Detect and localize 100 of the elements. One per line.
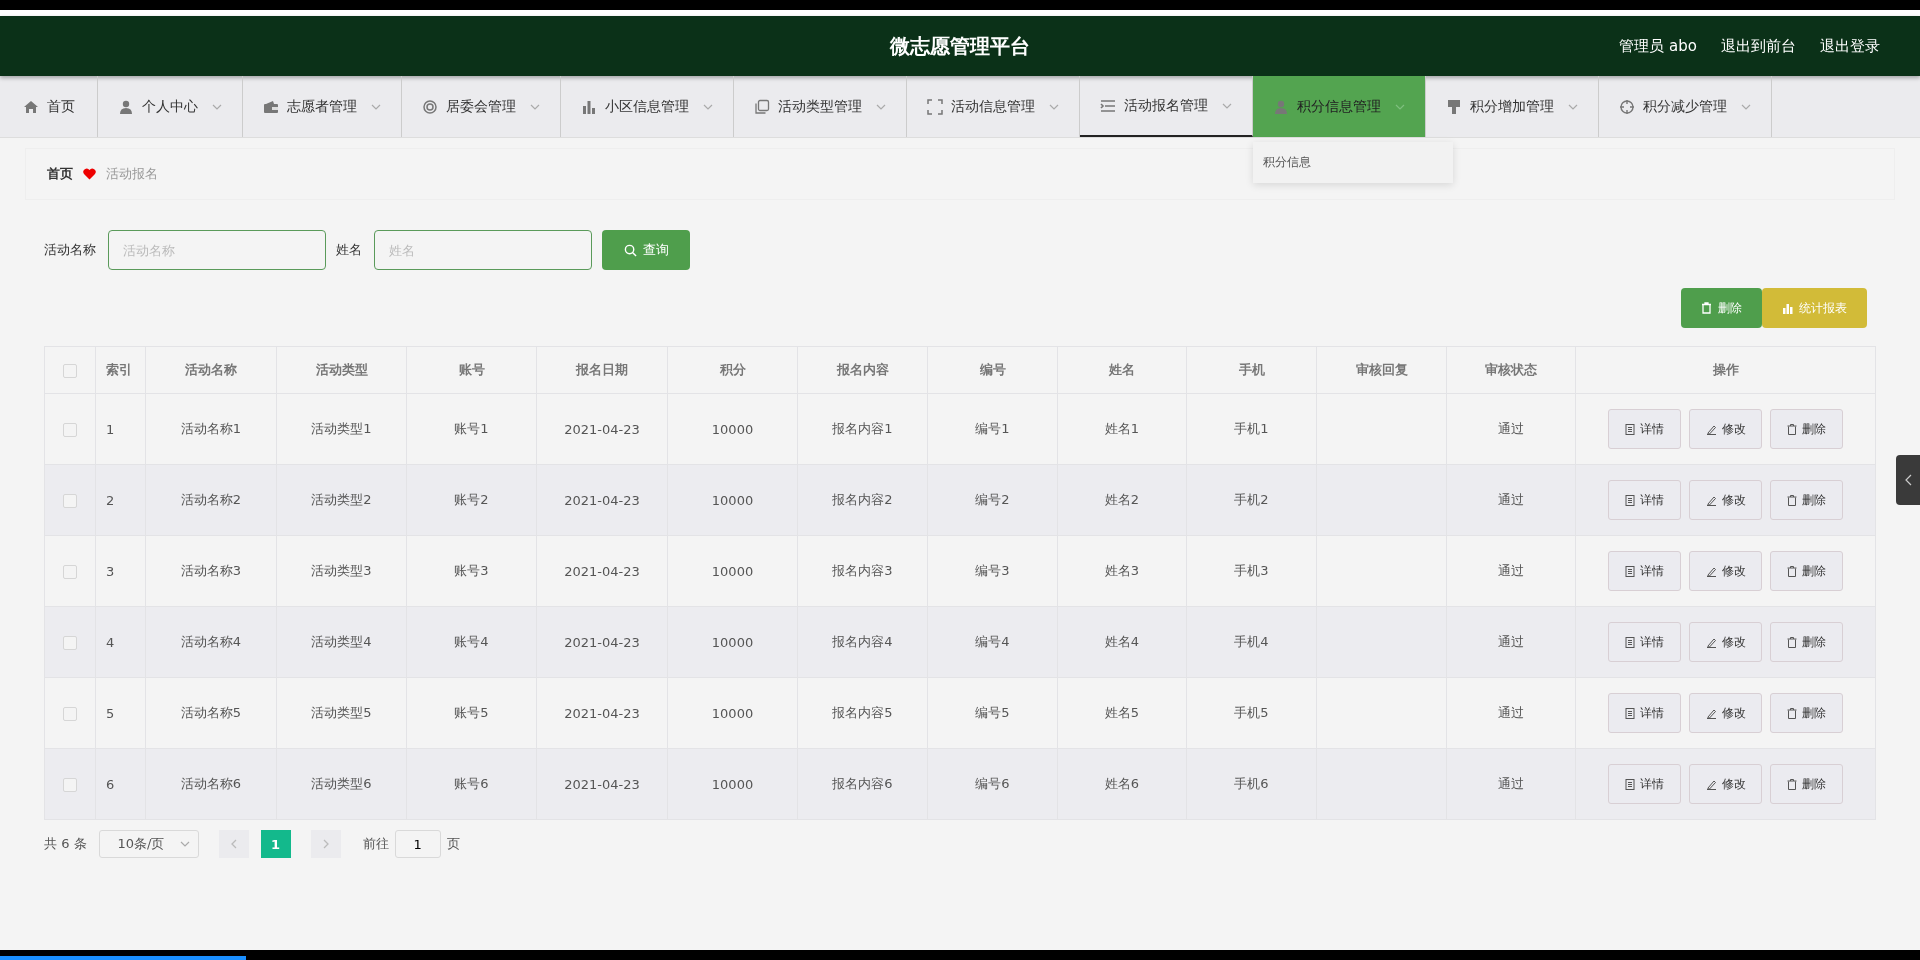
column-header: 积分	[667, 346, 798, 394]
user-icon	[1273, 98, 1289, 115]
table-cell: 10000	[711, 421, 754, 437]
breadcrumb-current: 活动报名	[106, 165, 158, 183]
page-size-select[interactable]: 10条/页	[98, 830, 199, 858]
document-icon	[1625, 707, 1635, 719]
table-cell: 活动名称5	[180, 705, 242, 720]
edit-button[interactable]: 修改	[1689, 693, 1762, 733]
caret-icon	[1741, 103, 1751, 110]
table-cell: 活动名称1	[180, 421, 242, 436]
edit-button[interactable]: 修改	[1689, 622, 1762, 662]
row-checkbox[interactable]	[63, 564, 77, 579]
column-header: 报名内容	[797, 346, 928, 394]
trash-icon	[1787, 423, 1797, 435]
column-header: 操作	[1575, 346, 1876, 394]
pencil-icon	[1705, 423, 1717, 435]
table-cell: 报名内容5	[832, 705, 893, 720]
nav-tab[interactable]: 首页	[0, 76, 98, 137]
list-icon	[1100, 97, 1116, 114]
edit-button[interactable]: 修改	[1689, 409, 1762, 449]
column-header: 活动类型	[276, 346, 407, 394]
header-link[interactable]: 退出登录	[1820, 36, 1880, 56]
previous-page-button[interactable]	[218, 830, 249, 858]
nav-tab[interactable]: 活动信息管理	[907, 76, 1080, 137]
table-cell: 通过	[1498, 563, 1524, 578]
row-checkbox[interactable]	[63, 635, 77, 650]
nav-tab[interactable]: 积分信息管理	[1253, 76, 1426, 137]
column-header: 活动名称	[145, 346, 277, 394]
document-icon	[1625, 778, 1635, 790]
nav-tab[interactable]: 志愿者管理	[243, 76, 402, 137]
detail-button[interactable]: 详情	[1608, 409, 1681, 449]
edit-button[interactable]: 修改	[1689, 764, 1762, 804]
table-cell: 编号3	[975, 563, 1010, 578]
field-label: 活动名称	[44, 241, 96, 259]
caret-icon	[1049, 103, 1059, 110]
next-page-button[interactable]	[310, 830, 341, 858]
edit-button[interactable]: 修改	[1689, 480, 1762, 520]
nav-tab[interactable]: 活动类型管理	[734, 76, 907, 137]
table-cell: 2021-04-23	[564, 776, 640, 792]
delete-button[interactable]: 删除	[1770, 409, 1843, 449]
user-icon	[118, 98, 134, 115]
table-cell: 账号2	[454, 492, 489, 507]
table-cell: 活动名称3	[180, 563, 242, 578]
edit-button[interactable]: 修改	[1689, 551, 1762, 591]
chevron-right-icon	[322, 839, 329, 849]
row-checkbox[interactable]	[63, 706, 77, 721]
breadcrumb-link[interactable]: 首页	[47, 165, 73, 183]
detail-button[interactable]: 详情	[1608, 764, 1681, 804]
table-cell: 编号2	[975, 492, 1010, 507]
detail-button[interactable]: 详情	[1608, 693, 1681, 733]
detail-button[interactable]: 详情	[1608, 622, 1681, 662]
nav-tab[interactable]: 个人中心	[98, 76, 243, 137]
delete-button[interactable]: 删除	[1770, 693, 1843, 733]
detail-button[interactable]: 详情	[1608, 480, 1681, 520]
nav-tab[interactable]: 居委会管理	[402, 76, 561, 137]
table-cell: 账号1	[454, 421, 489, 436]
table-cell: 编号5	[975, 705, 1010, 720]
table-cell: 报名内容6	[832, 776, 893, 791]
caret-icon	[179, 841, 190, 847]
menu-item[interactable]: 积分信息	[1253, 148, 1453, 177]
collapse-button[interactable]	[1896, 455, 1920, 505]
table-cell: 手机5	[1234, 705, 1269, 720]
brush-icon	[1446, 98, 1462, 115]
row-checkbox[interactable]	[63, 493, 77, 508]
trash-icon	[1787, 778, 1797, 790]
table-cell: 姓名6	[1104, 776, 1140, 791]
row-checkbox[interactable]	[63, 422, 77, 437]
delete-button[interactable]: 删除	[1770, 622, 1843, 662]
column-header: 报名日期	[536, 346, 668, 394]
table-cell: 报名内容1	[832, 421, 893, 436]
frame-icon	[927, 98, 943, 115]
document-icon	[1625, 494, 1635, 506]
select-all-checkbox[interactable]	[63, 363, 77, 378]
page-input[interactable]: 1	[394, 830, 441, 858]
table-cell: 通过	[1498, 705, 1524, 720]
detail-button[interactable]: 详情	[1608, 551, 1681, 591]
pencil-icon	[1705, 494, 1717, 506]
nav-tab[interactable]: 积分减少管理	[1599, 76, 1772, 137]
heart-icon	[83, 168, 96, 180]
wallet-icon	[263, 98, 279, 115]
nav-tab[interactable]: 积分增加管理	[1426, 76, 1599, 137]
row-checkbox[interactable]	[63, 777, 77, 792]
table-cell: 4	[106, 634, 115, 650]
table-cell: 10000	[711, 563, 754, 579]
table-cell: 6	[106, 776, 115, 792]
trash-icon	[1787, 565, 1797, 577]
header-link[interactable]: 退出到前台	[1721, 36, 1796, 56]
delete-button[interactable]: 删除	[1770, 480, 1843, 520]
delete-button[interactable]: 删除	[1770, 764, 1843, 804]
table-cell: 账号3	[454, 563, 489, 578]
delete-button[interactable]: 删除	[1770, 551, 1843, 591]
table-cell: 账号4	[454, 634, 489, 649]
crosshair-icon	[1619, 98, 1635, 115]
search-icon	[623, 243, 637, 257]
column-header: 审核回复	[1316, 346, 1447, 394]
nav-tab[interactable]: 小区信息管理	[561, 76, 734, 137]
pencil-icon	[1705, 565, 1717, 577]
caret-icon	[371, 103, 381, 110]
table-cell: 报名内容2	[832, 492, 893, 507]
trash-icon	[1787, 707, 1797, 719]
